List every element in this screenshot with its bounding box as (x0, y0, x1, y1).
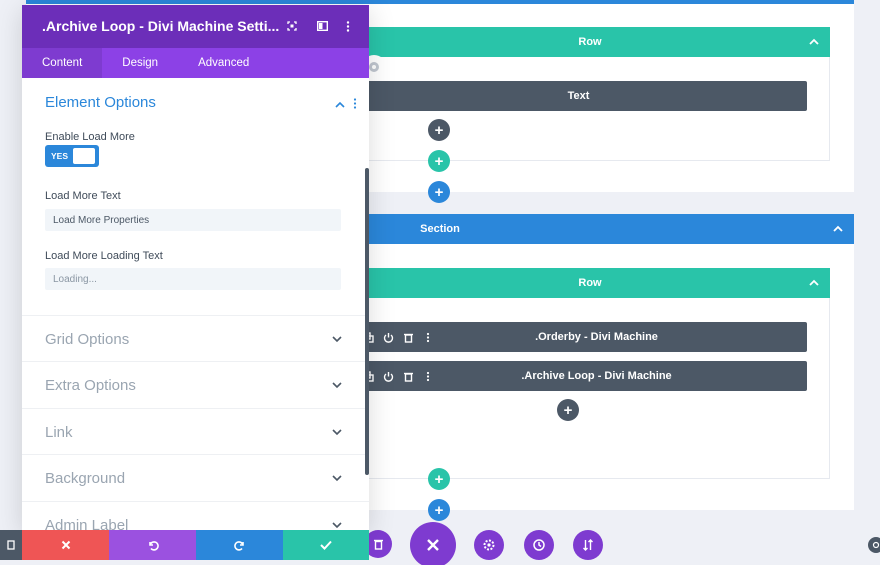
enable-load-more-label: Enable Load More (45, 131, 135, 143)
chevron-up-icon[interactable] (806, 34, 822, 50)
row-1-label: Row (578, 36, 602, 48)
close-builder-button[interactable] (410, 522, 456, 565)
group-grid-options[interactable]: Grid Options (22, 315, 369, 361)
group-label: Link (45, 424, 73, 441)
chevron-down-icon (331, 519, 343, 530)
group-label: Grid Options (45, 331, 130, 348)
panel-tabs: Content Design Advanced (22, 48, 369, 78)
group-label: Extra Options (45, 377, 136, 394)
undo-button[interactable] (109, 530, 196, 560)
group-background[interactable]: Background (22, 454, 369, 500)
element-options-title[interactable]: Element Options (45, 94, 156, 111)
power-icon[interactable] (382, 370, 394, 382)
chevron-up-icon[interactable] (830, 221, 846, 237)
chevron-up-icon[interactable] (335, 96, 345, 114)
toggle-value: YES (51, 151, 69, 161)
add-section-button[interactable]: + (428, 181, 450, 203)
chevron-down-icon (331, 379, 343, 391)
panel-action-bar (22, 530, 369, 560)
chevron-down-icon (331, 333, 343, 345)
expand-icon[interactable] (285, 19, 299, 33)
group-admin-label[interactable]: Admin Label (22, 501, 369, 530)
more-icon[interactable] (422, 370, 434, 382)
section-label: Section (420, 223, 460, 235)
panel-body: Element Options Enable Load More YES Loa… (22, 78, 369, 530)
archive-loop-module[interactable]: .Archive Loop - Divi Machine (350, 361, 807, 391)
trash-icon[interactable] (402, 331, 414, 343)
group-label: Admin Label (45, 517, 129, 530)
add-section-button[interactable]: + (428, 499, 450, 521)
text-module[interactable]: Text (350, 81, 807, 111)
add-module-button[interactable]: + (557, 399, 579, 421)
load-more-text-label: Load More Text (45, 190, 121, 202)
add-row-button[interactable]: + (428, 150, 450, 172)
group-header-icons (335, 96, 357, 114)
discard-button[interactable] (22, 530, 109, 560)
panel-scrollbar[interactable] (365, 168, 369, 475)
group-label: Background (45, 470, 126, 487)
row-1-bar[interactable]: Row (350, 27, 830, 57)
settings-panel: .Archive Loop - Divi Machine Setti... Co… (22, 5, 369, 530)
help-icon[interactable] (868, 537, 880, 553)
text-module-label: Text (567, 90, 590, 102)
portability-button[interactable] (573, 530, 603, 560)
load-more-loading-text-label: Load More Loading Text (45, 250, 163, 262)
history-button[interactable] (524, 530, 554, 560)
sidebar-toggle-icon[interactable] (315, 19, 329, 33)
panel-title: .Archive Loop - Divi Machine Setti... (42, 18, 280, 34)
toggle-knob (73, 148, 95, 164)
more-icon[interactable] (422, 331, 434, 343)
enable-load-more-toggle[interactable]: YES (45, 145, 99, 167)
trash-icon[interactable] (402, 370, 414, 382)
row-2-label: Row (578, 277, 602, 289)
load-more-text-input[interactable]: Load More Properties (45, 209, 341, 231)
panel-header: .Archive Loop - Divi Machine Setti... (22, 5, 369, 48)
more-options-icon[interactable] (341, 19, 355, 33)
module-label: .Archive Loop - Divi Machine (521, 370, 672, 382)
load-more-loading-text-input[interactable]: Loading... (45, 268, 341, 290)
page-settings-button[interactable] (474, 530, 504, 560)
power-icon[interactable] (382, 331, 394, 343)
module-label: .Orderby - Divi Machine (535, 331, 658, 343)
group-link[interactable]: Link (22, 408, 369, 454)
group-extra-options[interactable]: Extra Options (22, 361, 369, 407)
row-2-bar[interactable]: Row (350, 268, 830, 298)
add-row-button[interactable]: + (428, 468, 450, 490)
save-button[interactable] (283, 530, 369, 560)
tab-design[interactable]: Design (102, 48, 178, 78)
orderby-module[interactable]: .Orderby - Divi Machine (350, 322, 807, 352)
group-more-icon[interactable] (353, 96, 357, 114)
chevron-up-icon[interactable] (806, 275, 822, 291)
redo-button[interactable] (196, 530, 283, 560)
chevron-down-icon (331, 472, 343, 484)
chevron-down-icon (331, 426, 343, 438)
tab-advanced[interactable]: Advanced (178, 48, 269, 78)
left-edge-tab[interactable] (0, 530, 22, 560)
add-module-button[interactable]: + (428, 119, 450, 141)
tab-content[interactable]: Content (22, 48, 103, 78)
